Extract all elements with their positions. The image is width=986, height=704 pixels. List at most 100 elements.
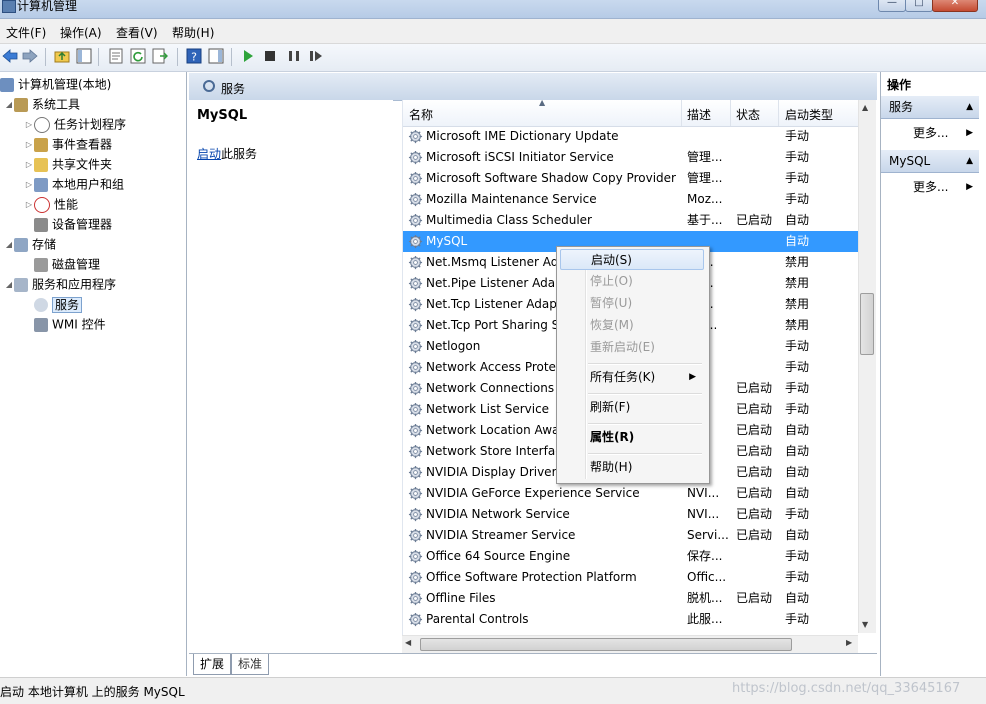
- show-action-pane-icon[interactable]: [208, 48, 224, 64]
- export-list-icon[interactable]: [152, 48, 168, 64]
- column-description[interactable]: 描述: [687, 106, 711, 123]
- tree-node-event-viewer[interactable]: ▷ 事件查看器: [24, 134, 112, 154]
- tree-node-storage[interactable]: ◢ 存储: [4, 234, 56, 254]
- scroll-right-icon[interactable]: ▶: [846, 638, 852, 647]
- service-description: 基于...: [687, 213, 723, 227]
- table-row[interactable]: NVIDIA Streamer Service Servi... 已启动 自动: [403, 525, 859, 546]
- table-row[interactable]: Offline Files 脱机... 已启动 自动: [403, 588, 859, 609]
- menu-action[interactable]: 操作(A): [60, 24, 102, 41]
- horizontal-scroll-thumb[interactable]: [420, 638, 792, 651]
- table-row[interactable]: NVIDIA Network Service NVI... 已启动 手动: [403, 504, 859, 525]
- service-name: Office 64 Source Engine: [426, 549, 571, 563]
- resume-service-icon[interactable]: [308, 48, 324, 64]
- expand-arrow-icon[interactable]: ◢: [4, 95, 14, 115]
- pause-service-icon[interactable]: [286, 48, 302, 64]
- menu-file[interactable]: 文件(F): [6, 24, 46, 41]
- tree-node-shared-folders[interactable]: ▷ 共享文件夹: [24, 154, 112, 174]
- ctx-pause[interactable]: 暂停(U): [560, 293, 704, 314]
- service-status: 已启动: [736, 402, 773, 416]
- ctx-help[interactable]: 帮助(H): [560, 457, 704, 478]
- collapse-arrow-icon[interactable]: ▷: [24, 155, 34, 175]
- table-row[interactable]: Microsoft IME Dictionary Update 手动: [403, 126, 859, 147]
- column-startup-type[interactable]: 启动类型: [785, 106, 833, 123]
- start-service-link[interactable]: 启动: [197, 147, 221, 161]
- back-arrow-icon[interactable]: [2, 48, 18, 64]
- tab-extended[interactable]: 扩展: [193, 654, 232, 675]
- collapse-arrow-icon[interactable]: ▷: [24, 135, 34, 155]
- table-row[interactable]: Multimedia Class Scheduler 基于... 已启动 自动: [403, 210, 859, 231]
- scroll-down-icon[interactable]: ▼: [862, 620, 868, 629]
- tree-node-root[interactable]: 计算机管理(本地): [0, 74, 111, 94]
- services-header: 服务: [189, 73, 877, 101]
- start-service-text: 启动此服务: [197, 145, 257, 162]
- close-button[interactable]: ✕: [932, 0, 978, 12]
- table-row[interactable]: NVIDIA GeForce Experience Service NVI... 已…: [403, 483, 859, 504]
- ctx-stop[interactable]: 停止(O): [560, 271, 704, 292]
- menu-view[interactable]: 查看(V): [116, 24, 158, 41]
- actions-group-services[interactable]: 服务 ▲: [881, 96, 979, 119]
- panel-title: 服务: [221, 82, 246, 96]
- column-status[interactable]: 状态: [736, 106, 760, 123]
- tree-node-device-manager[interactable]: 设备管理器: [34, 214, 112, 234]
- table-row[interactable]: Parental Controls 此服... 手动: [403, 609, 859, 630]
- table-row[interactable]: Office 64 Source Engine 保存... 手动: [403, 546, 859, 567]
- service-name: Microsoft IME Dictionary Update: [426, 129, 619, 143]
- console-tree: 计算机管理(本地) ◢ 系统工具 ▷ 任务计划程序 ▷ 事件查看器 ▷ 共享文件夹 ▷ 本…: [0, 72, 187, 676]
- collapse-arrow-icon[interactable]: ▷: [24, 115, 34, 135]
- properties-icon[interactable]: [108, 48, 124, 64]
- refresh-icon[interactable]: [130, 48, 146, 64]
- column-name[interactable]: 名称: [409, 106, 433, 123]
- actions-group-mysql[interactable]: MySQL ▲: [881, 150, 979, 173]
- horizontal-scrollbar[interactable]: ◀ ▶: [402, 635, 858, 653]
- vertical-scrollbar[interactable]: ▲ ▼: [858, 100, 876, 633]
- table-row[interactable]: Microsoft iSCSI Initiator Service 管理... 手动: [403, 147, 859, 168]
- table-row[interactable]: Mozilla Maintenance Service Moz... 手动: [403, 189, 859, 210]
- tab-standard[interactable]: 标准: [231, 654, 270, 675]
- maximize-button[interactable]: □: [905, 0, 933, 12]
- sort-asc-icon: ▲: [539, 98, 546, 107]
- scroll-up-icon[interactable]: ▲: [862, 103, 868, 112]
- collapse-up-icon[interactable]: ▲: [966, 96, 973, 118]
- service-startup-type: 禁用: [785, 297, 810, 311]
- tree-node-services[interactable]: 服务: [34, 294, 83, 314]
- service-description: Servi...: [687, 528, 729, 542]
- forward-arrow-icon[interactable]: [22, 48, 38, 64]
- expand-arrow-icon[interactable]: ◢: [4, 275, 14, 295]
- actions-more-mysql[interactable]: 更多... ▶: [881, 176, 979, 198]
- help-icon[interactable]: ?: [186, 48, 202, 64]
- table-row[interactable]: Office Software Protection Platform Offic…: [403, 567, 859, 588]
- actions-more-services[interactable]: 更多... ▶: [881, 122, 979, 144]
- service-startup-type: 手动: [785, 507, 810, 521]
- service-startup-type: 自动: [785, 528, 810, 542]
- tree-node-task-scheduler[interactable]: ▷ 任务计划程序: [24, 114, 126, 134]
- ctx-start[interactable]: 启动(S): [560, 249, 704, 270]
- tree-node-performance[interactable]: ▷ 性能: [24, 194, 78, 214]
- ctx-all-tasks[interactable]: 所有任务(K) ▶: [560, 367, 704, 388]
- menu-help[interactable]: 帮助(H): [172, 24, 214, 41]
- tools-icon: [14, 97, 28, 112]
- scroll-left-icon[interactable]: ◀: [405, 638, 411, 647]
- service-startup-type: 自动: [785, 591, 810, 605]
- table-row[interactable]: Microsoft Software Shadow Copy Provider 管…: [403, 168, 859, 189]
- collapse-arrow-icon[interactable]: ▷: [24, 195, 34, 215]
- stop-service-icon[interactable]: [262, 48, 278, 64]
- tree-node-system-tools[interactable]: ◢ 系统工具: [4, 94, 80, 114]
- svg-text:?: ?: [191, 51, 197, 64]
- ctx-refresh[interactable]: 刷新(F): [560, 397, 704, 418]
- ctx-properties[interactable]: 属性(R): [560, 427, 704, 448]
- tree-node-wmi[interactable]: WMI 控件: [34, 314, 106, 334]
- start-service-icon[interactable]: [240, 48, 256, 64]
- tree-node-disk-management[interactable]: 磁盘管理: [34, 254, 100, 274]
- up-folder-icon[interactable]: [54, 48, 70, 64]
- tree-node-local-users[interactable]: ▷ 本地用户和组: [24, 174, 124, 194]
- service-startup-type: 手动: [785, 171, 810, 185]
- show-hide-tree-icon[interactable]: [76, 48, 92, 64]
- minimize-button[interactable]: —: [878, 0, 906, 12]
- vertical-scroll-thumb[interactable]: [860, 293, 874, 355]
- collapse-arrow-icon[interactable]: ▷: [24, 175, 34, 195]
- collapse-up-icon[interactable]: ▲: [966, 150, 973, 172]
- expand-arrow-icon[interactable]: ◢: [4, 235, 14, 255]
- tree-node-services-apps[interactable]: ◢ 服务和应用程序: [4, 274, 116, 294]
- ctx-resume[interactable]: 恢复(M): [560, 315, 704, 336]
- ctx-restart[interactable]: 重新启动(E): [560, 337, 704, 358]
